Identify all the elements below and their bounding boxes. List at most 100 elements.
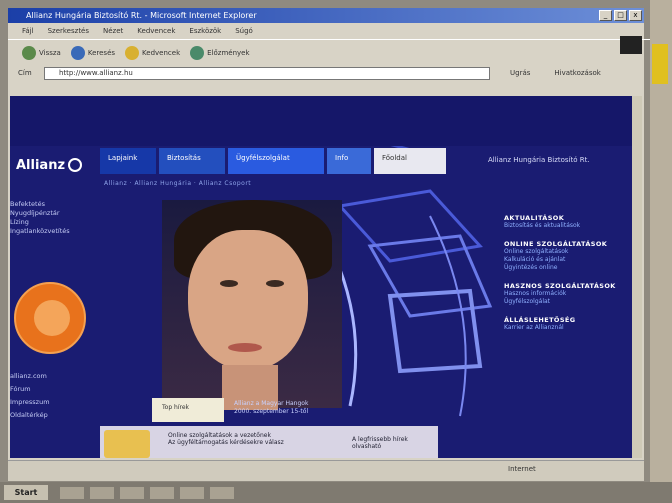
left-nav-item[interactable]: Lízing — [10, 218, 98, 227]
promo-badge[interactable] — [14, 282, 86, 354]
promo-line: Online szolgáltatások a vezetőnek — [168, 432, 271, 439]
menu-file[interactable]: Fájl — [22, 27, 34, 35]
status-bar: Internet — [8, 460, 644, 481]
vertical-scrollbar[interactable] — [632, 96, 642, 458]
top-news-text[interactable]: Allianz a Magyar Hangok 2000. szeptember… — [234, 400, 308, 416]
portrait-mouth — [228, 343, 262, 352]
main-nav: Lapjaink Biztosítás Ügyfélszolgálat Info… — [100, 148, 446, 174]
minimize-button[interactable]: _ — [599, 10, 612, 21]
taskbar-button[interactable] — [210, 487, 234, 499]
badge-emblem-icon — [34, 300, 70, 336]
menu-bar: Fájl Szerkesztés Nézet Kedvencek Eszközö… — [8, 24, 658, 38]
title-bar: Allianz Hungária Biztosító Rt. - Microso… — [8, 8, 644, 23]
right-column: AKTUALITÁSOK Biztosítás és aktualitások … — [504, 204, 632, 332]
taskbar-button[interactable] — [60, 487, 84, 499]
card-image — [104, 430, 150, 458]
right-heading: HASZNOS SZOLGÁLTATÁSOK — [504, 282, 616, 290]
favorites-button[interactable]: Kedvencek — [125, 46, 180, 60]
address-bar: Cím http://www.allianz.hu Ugrás Hivatkoz… — [8, 66, 644, 80]
history-icon — [190, 46, 205, 60]
portrait-eye — [220, 280, 238, 287]
allianz-logo[interactable]: Allianz — [16, 158, 83, 173]
right-link[interactable]: Ügyfélszolgálat — [504, 298, 632, 306]
taskbar-button[interactable] — [90, 487, 114, 499]
left-nav-item[interactable]: Befektetés — [10, 200, 98, 209]
right-link[interactable]: Ügyintézés online — [504, 264, 632, 272]
start-button[interactable]: Start — [4, 485, 48, 500]
window-title: Allianz Hungária Biztosító Rt. - Microso… — [26, 11, 257, 20]
sub-nav[interactable]: Allianz · Allianz Hungária · Allianz Cso… — [104, 180, 251, 187]
nav-tab-biztositas[interactable]: Biztosítás — [159, 148, 225, 174]
favorites-label: Kedvencek — [142, 49, 181, 57]
links-button[interactable]: Hivatkozások — [554, 69, 600, 77]
star-icon — [125, 46, 140, 60]
menu-help[interactable]: Súgó — [235, 27, 253, 35]
left-nav-item[interactable]: Nyugdíjpénztár — [10, 209, 98, 218]
nav-tab-fooldal[interactable]: Főoldal — [374, 148, 446, 174]
logo-text: Allianz — [16, 158, 66, 173]
menu-favorites[interactable]: Kedvencek — [137, 27, 175, 35]
history-label: Előzmények — [207, 49, 250, 57]
promo-line: olvasható — [352, 443, 382, 450]
security-zone: Internet — [508, 465, 536, 473]
search-icon — [70, 46, 85, 60]
page-viewport: Allianz Lapjaink Biztosítás Ügyfélszolgá… — [10, 96, 632, 458]
back-arrow-icon — [22, 46, 36, 60]
left-nav-item[interactable]: Ingatlanközvetítés — [10, 227, 98, 236]
search-button[interactable]: Keresés — [70, 46, 116, 60]
promo-right-text[interactable]: A legfrissebb hírek olvasható — [352, 436, 408, 450]
maximize-button[interactable]: □ — [614, 10, 627, 21]
right-link[interactable]: Karrier az Allianznál — [504, 324, 632, 332]
address-label: Cím — [18, 69, 32, 77]
menu-edit[interactable]: Szerkesztés — [48, 27, 89, 35]
top-news-line: 2000. szeptember 15-től — [234, 408, 309, 415]
right-link[interactable]: Hasznos információk — [504, 290, 632, 298]
ie-throbber-icon — [620, 36, 642, 54]
nav-tab-lapjaink[interactable]: Lapjaink — [100, 148, 156, 174]
right-link[interactable]: Online szolgáltatások — [504, 248, 632, 256]
left-footer-nav: allianz.com Fórum Impresszum Oldaltérkép — [10, 370, 98, 422]
company-name: Allianz Hungária Biztosító Rt. — [488, 156, 590, 164]
eagle-icon — [68, 158, 83, 172]
back-label: Vissza — [39, 49, 61, 57]
taskbar-button[interactable] — [180, 487, 204, 499]
history-button[interactable]: Előzmények — [190, 46, 250, 60]
portrait-eye — [266, 280, 284, 287]
top-news-strip: Top hírek Allianz a Magyar Hangok 2000. … — [146, 396, 418, 424]
browser-window: Allianz Hungária Biztosító Rt. - Microso… — [8, 8, 658, 481]
right-link[interactable]: Kalkuláció és ajánlat — [504, 256, 632, 264]
nav-tab-info[interactable]: Info — [327, 148, 371, 174]
right-heading: AKTUALITÁSOK — [504, 214, 565, 222]
hero-portrait — [162, 200, 342, 410]
taskbar-button[interactable] — [150, 487, 174, 499]
side-toolbar-icon[interactable] — [652, 44, 668, 84]
promo-line: A legfrissebb hírek — [352, 436, 408, 443]
left-nav: Befektetés Nyugdíjpénztár Lízing Ingatla… — [10, 200, 98, 236]
taskbar: Start — [0, 482, 672, 503]
nav-tab-ugyfelszolgalat[interactable]: Ügyfélszolgálat — [228, 148, 324, 174]
right-heading: ÁLLÁSLEHETŐSÉG — [504, 316, 576, 324]
toolbar: Vissza Keresés Kedvencek Előzmények — [8, 39, 658, 66]
top-news-label[interactable]: Top hírek — [152, 398, 224, 422]
header-band — [10, 96, 632, 146]
desktop-side-toolbar — [650, 0, 672, 482]
left-footer-item[interactable]: Oldaltérkép — [10, 409, 98, 422]
promo-panel: Online szolgáltatások a vezetőnek Az ügy… — [100, 426, 438, 458]
taskbar-button[interactable] — [120, 487, 144, 499]
promo-left-text[interactable]: Online szolgáltatások a vezetőnek Az ügy… — [168, 432, 284, 446]
search-label: Keresés — [87, 49, 116, 57]
menu-tools[interactable]: Eszközök — [189, 27, 221, 35]
back-button[interactable]: Vissza — [22, 46, 61, 60]
top-news-line: Allianz a Magyar Hangok — [234, 400, 309, 407]
promo-line: Az ügyféltámogatás kérdésekre válasz — [168, 439, 284, 446]
right-heading: ONLINE SZOLGÁLTATÁSOK — [504, 240, 608, 248]
left-footer-item[interactable]: Impresszum — [10, 396, 98, 409]
address-input[interactable]: http://www.allianz.hu — [44, 66, 490, 80]
right-link[interactable]: Biztosítás és aktualitások — [504, 222, 632, 230]
go-button[interactable]: Ugrás — [510, 69, 530, 77]
taskbar-buttons — [60, 487, 234, 499]
left-footer-item[interactable]: Fórum — [10, 383, 98, 396]
left-footer-item[interactable]: allianz.com — [10, 370, 98, 383]
close-button[interactable]: x — [629, 10, 642, 21]
menu-view[interactable]: Nézet — [103, 27, 123, 35]
